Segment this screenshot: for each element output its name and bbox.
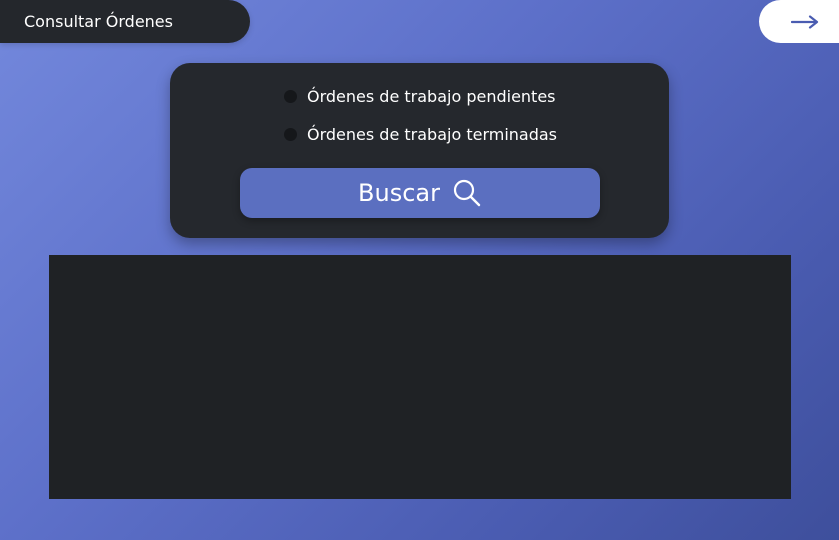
- radio-label-terminadas: Órdenes de trabajo terminadas: [307, 125, 558, 144]
- radio-button-pendientes[interactable]: [284, 90, 297, 103]
- radio-button-terminadas[interactable]: [284, 128, 297, 141]
- page-title-pill: Consultar Órdenes: [0, 0, 250, 43]
- search-button[interactable]: Buscar: [240, 168, 600, 218]
- page-title: Consultar Órdenes: [24, 12, 173, 31]
- radio-label-pendientes: Órdenes de trabajo pendientes: [307, 87, 556, 106]
- radio-option-terminadas[interactable]: Órdenes de trabajo terminadas: [284, 125, 557, 144]
- arrow-right-icon: [791, 14, 819, 29]
- results-panel: [49, 255, 791, 499]
- search-button-label: Buscar: [358, 179, 440, 207]
- search-icon: [452, 178, 482, 208]
- filter-card: Órdenes de trabajo pendientes Órdenes de…: [170, 63, 669, 238]
- radio-option-pendientes[interactable]: Órdenes de trabajo pendientes: [284, 87, 556, 106]
- next-button[interactable]: [759, 0, 839, 43]
